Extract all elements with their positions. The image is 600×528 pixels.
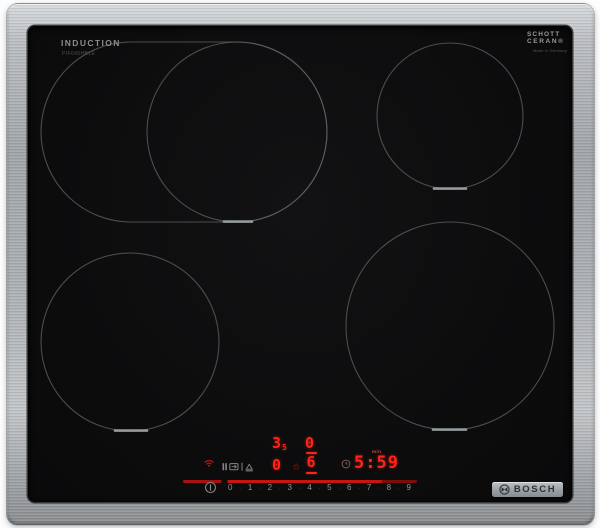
zone-back-left-circle [146,41,328,223]
pause-icon [222,463,225,471]
ceramic-glass-surface: INDUCTION PIF645HB1E SCHOTT CERAN® Made … [28,26,572,502]
power-level-4[interactable]: 4 [307,483,311,492]
bridge-zone-icon [245,463,254,470]
bosch-logo-text: BOSCH [513,484,557,495]
level-separator: · [377,485,381,492]
induction-label: INDUCTION [61,38,121,48]
power-standby-icon[interactable] [204,481,217,494]
wifi-icon [204,460,214,467]
zone-back-right-circle [376,42,524,190]
timer-clock-icon [341,459,351,468]
zone-front-left-circle [40,252,220,432]
level-separator: · [278,485,281,492]
level-separator: · [238,485,242,492]
power-level-scale[interactable]: 0 · 1 · 2 · 3 · 4 · 5 · 6 · 7 · 8 · 9 [228,483,411,492]
cooking-zones [40,41,555,432]
function-indicator-cluster [222,462,254,472]
schott-ceran-logo: SCHOTT CERAN® Made in Germany [527,31,567,53]
display-front-right-level[interactable]: 6 [304,452,318,474]
level-separator: · [357,485,361,492]
power-level-7[interactable]: 7 [367,483,371,492]
power-level-8[interactable]: 8 [387,483,391,492]
made-in-line: Made in Germany [533,48,567,53]
half-step-digit: 5 [282,443,287,452]
power-level-2[interactable]: 2 [268,483,272,492]
indicator-underline [305,471,317,474]
pause-icon [225,463,227,471]
power-level-5[interactable]: 5 [327,483,331,492]
level-separator: · [298,485,301,492]
display-back-right-level[interactable]: 0 [305,436,314,451]
power-level-1[interactable]: 1 [248,483,252,492]
bosch-armature-icon [499,484,510,495]
zone-back-left-oval [40,41,328,223]
model-number-label: PIF645HB1E [62,51,96,57]
level-separator: · [338,485,341,492]
power-level-9[interactable]: 9 [406,483,410,492]
bosch-logo-plaque: BOSCH [492,482,563,497]
level-separator: · [397,485,400,492]
product-shot: INDUCTION PIF645HB1E SCHOTT CERAN® Made … [0,0,600,528]
schott-line: SCHOTT [527,31,561,38]
power-level-0[interactable]: 0 [228,483,232,492]
timer-area[interactable]: 5:59 [341,455,399,472]
transfer-arrow-icon [231,464,237,469]
timer-display: 5:59 [354,453,399,473]
ceran-line: CERAN® [527,38,565,45]
display-back-left-level[interactable]: 35 [272,436,287,452]
power-level-3[interactable]: 3 [287,483,291,492]
level-separator: · [258,485,262,492]
level-separator: · [318,485,321,492]
zone-front-right-circle [345,221,555,431]
star-icon[interactable]: ☆ [292,463,301,473]
timer-unit-label: min [372,449,382,454]
display-front-left-level[interactable]: 0 [272,458,281,473]
power-level-6[interactable]: 6 [347,483,351,492]
